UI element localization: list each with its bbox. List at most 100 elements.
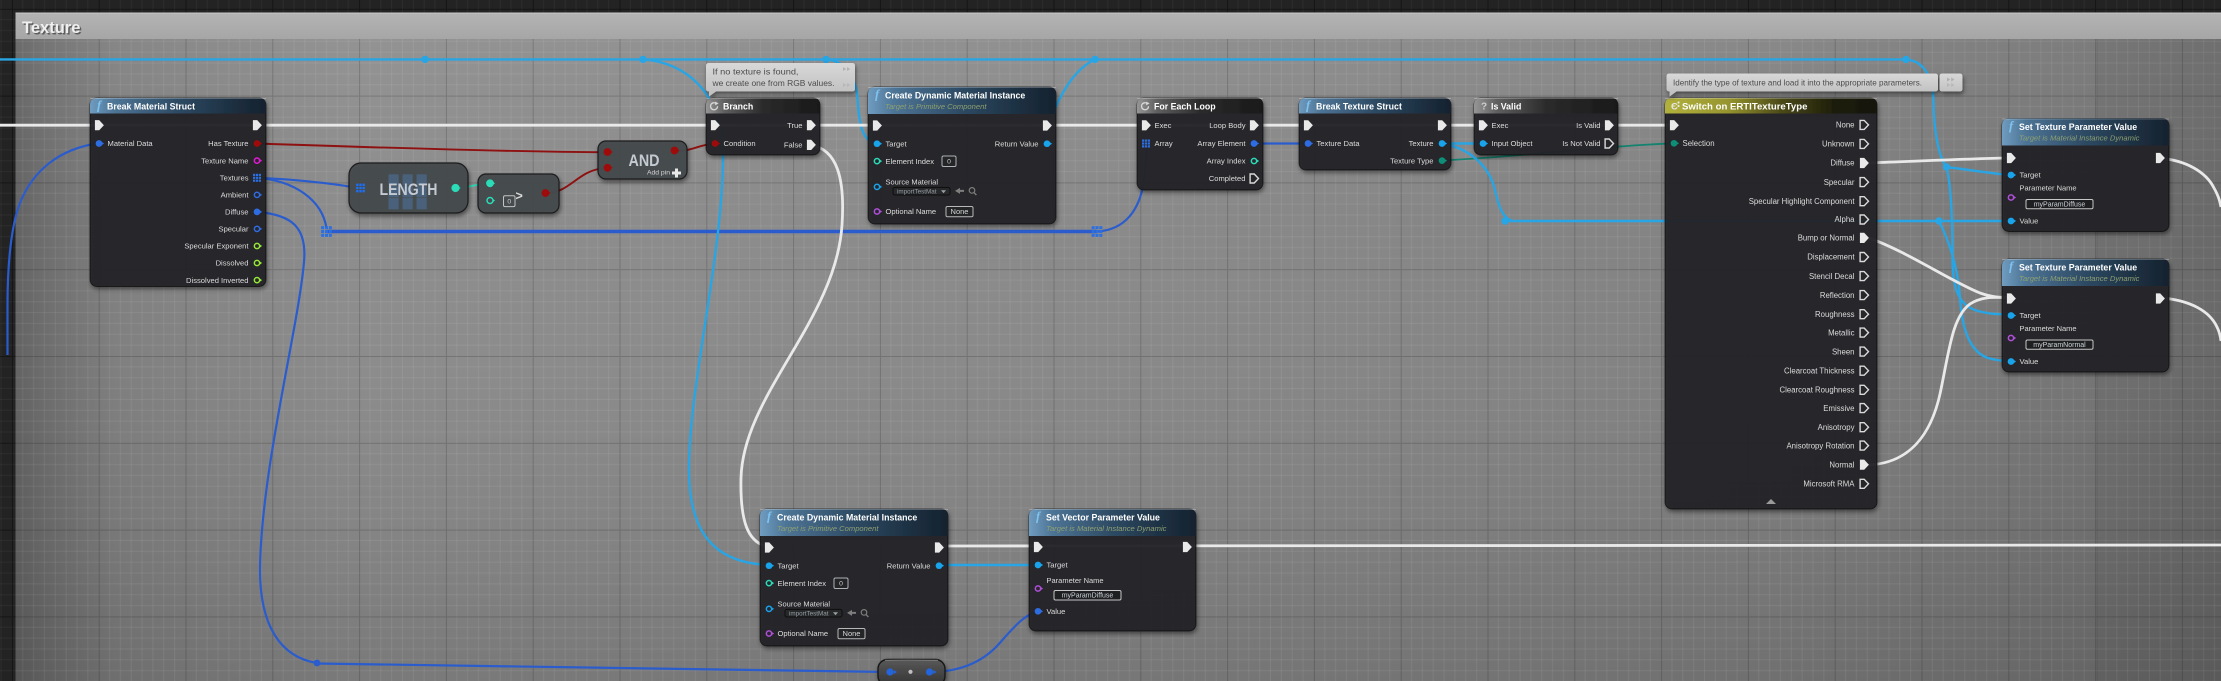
svg-text:Create Dynamic Material Instan: Create Dynamic Material Instance — [885, 91, 1025, 101]
svg-text:LENGTH: LENGTH — [380, 181, 438, 199]
svg-text:Is Not Valid: Is Not Valid — [1562, 139, 1600, 148]
svg-text:Set Texture Parameter Value: Set Texture Parameter Value — [2019, 122, 2137, 132]
svg-text:Texture Name: Texture Name — [201, 156, 248, 165]
svg-text:Dissolved: Dissolved — [216, 259, 249, 268]
svg-text:Completed: Completed — [1209, 174, 1246, 183]
svg-text:we create one from RGB values.: we create one from RGB values. — [711, 78, 834, 88]
svg-text:Target: Target — [886, 139, 908, 148]
svg-text:Dissolved Inverted: Dissolved Inverted — [186, 276, 248, 285]
svg-text:Normal: Normal — [1829, 460, 1854, 469]
svg-text:Metallic: Metallic — [1828, 328, 1855, 337]
svg-text:Texture Data: Texture Data — [1317, 139, 1361, 148]
svg-text:Material Data: Material Data — [108, 139, 154, 148]
svg-text:Loop Body: Loop Body — [1209, 121, 1246, 130]
svg-text:>: > — [516, 189, 523, 203]
svg-text:Specular: Specular — [1824, 178, 1855, 187]
svg-text:Unknown: Unknown — [1822, 140, 1855, 149]
svg-text:Optional Name: Optional Name — [778, 629, 829, 638]
svg-text:Specular Exponent: Specular Exponent — [184, 242, 249, 251]
svg-text:myParamDiffuse: myParamDiffuse — [1062, 593, 1114, 600]
svg-text:Create Dynamic Material Instan: Create Dynamic Material Instance — [777, 513, 917, 523]
svg-text:Anisotropy Rotation: Anisotropy Rotation — [1786, 441, 1854, 450]
svg-text:Anisotropy: Anisotropy — [1818, 423, 1855, 432]
svg-text:Condition: Condition — [724, 139, 756, 148]
svg-text:Selection: Selection — [1683, 139, 1715, 148]
svg-text:Sheen: Sheen — [1832, 347, 1855, 356]
svg-text:False: False — [784, 141, 803, 150]
svg-text:Clearcoat Roughness: Clearcoat Roughness — [1780, 386, 1855, 395]
svg-text:Identify the type of texture a: Identify the type of texture and load it… — [1673, 78, 1922, 88]
svg-text:myParamDiffuse: myParamDiffuse — [2034, 202, 2086, 209]
svg-text:If no texture is found,: If no texture is found, — [713, 67, 799, 77]
svg-text:Roughness: Roughness — [1815, 310, 1855, 319]
svg-text:Value: Value — [1047, 607, 1066, 616]
svg-text:Є: Є — [1671, 102, 1678, 113]
svg-text:Exec: Exec — [1155, 121, 1172, 130]
svg-text:Parameter Name: Parameter Name — [1047, 576, 1104, 585]
svg-text:Value: Value — [2020, 357, 2039, 366]
svg-text:Stencil Decal: Stencil Decal — [1809, 272, 1855, 281]
svg-text:importTestMat: importTestMat — [897, 189, 937, 196]
svg-text:Target is Primitive Component: Target is Primitive Component — [885, 102, 987, 111]
svg-text:Array: Array — [1155, 139, 1173, 148]
svg-text:Set Vector Parameter Value: Set Vector Parameter Value — [1046, 513, 1160, 523]
svg-text:Array Index: Array Index — [1207, 157, 1246, 166]
svg-text:0: 0 — [507, 199, 511, 206]
svg-text:Texture: Texture — [1409, 139, 1434, 148]
svg-text:Return Value: Return Value — [995, 139, 1039, 148]
svg-text:?: ? — [1481, 102, 1487, 113]
svg-text:None: None — [1836, 121, 1855, 130]
svg-text:Alpha: Alpha — [1835, 215, 1856, 224]
svg-text:None: None — [843, 629, 861, 638]
svg-text:Texture Type: Texture Type — [1390, 156, 1433, 165]
svg-text:Bump or Normal: Bump or Normal — [1798, 234, 1855, 243]
svg-text:Reflection: Reflection — [1820, 291, 1855, 300]
svg-text:Value: Value — [2020, 217, 2039, 226]
svg-text:Break Material Struct: Break Material Struct — [107, 102, 195, 112]
svg-text:Clearcoat Thickness: Clearcoat Thickness — [1784, 366, 1855, 375]
svg-text:myParamNormal: myParamNormal — [2033, 342, 2086, 349]
svg-text:Target is Material Instance Dy: Target is Material Instance Dynamic — [2019, 134, 2140, 143]
svg-text:Return Value: Return Value — [887, 561, 931, 570]
svg-text:Input Object: Input Object — [1492, 139, 1534, 148]
svg-text:Specular: Specular — [219, 225, 249, 234]
svg-text:importTestMat: importTestMat — [789, 611, 829, 618]
svg-text:Exec: Exec — [1492, 121, 1509, 130]
svg-text:Optional Name: Optional Name — [886, 207, 937, 216]
svg-text:Is Valid: Is Valid — [1491, 102, 1521, 112]
svg-text:Source Material: Source Material — [886, 178, 939, 187]
svg-text:Specular Highlight Component: Specular Highlight Component — [1749, 197, 1856, 206]
svg-text:Target: Target — [778, 561, 800, 570]
svg-text:Target is Material Instance Dy: Target is Material Instance Dynamic — [1046, 524, 1167, 533]
svg-text:Displacement: Displacement — [1807, 253, 1855, 262]
svg-text:Target: Target — [2020, 311, 2042, 320]
svg-text:AND: AND — [629, 152, 660, 170]
svg-text:Parameter Name: Parameter Name — [2020, 324, 2077, 333]
svg-text:For Each Loop: For Each Loop — [1154, 102, 1216, 112]
svg-text:Parameter Name: Parameter Name — [2020, 184, 2077, 193]
svg-text:Branch: Branch — [723, 102, 753, 112]
svg-text:Add pin: Add pin — [647, 170, 670, 177]
svg-text:Ambient: Ambient — [221, 191, 250, 200]
svg-text:Target is Primitive Component: Target is Primitive Component — [777, 524, 879, 533]
svg-text:Target: Target — [2020, 171, 2042, 180]
svg-text:Target: Target — [1047, 561, 1069, 570]
svg-text:True: True — [787, 121, 802, 130]
svg-text:Diffuse: Diffuse — [225, 208, 249, 217]
svg-text:Is Valid: Is Valid — [1576, 121, 1600, 130]
svg-text:Array Element: Array Element — [1197, 139, 1246, 148]
svg-text:Break Texture Struct: Break Texture Struct — [1316, 102, 1402, 112]
svg-text:Has Texture: Has Texture — [208, 139, 248, 148]
svg-text:Target is Material Instance Dy: Target is Material Instance Dynamic — [2019, 274, 2140, 283]
svg-text:Textures: Textures — [220, 174, 249, 183]
svg-text:0: 0 — [839, 581, 843, 588]
svg-text:Diffuse: Diffuse — [1830, 159, 1854, 168]
svg-text:Element Index: Element Index — [886, 157, 935, 166]
svg-text:Set Texture Parameter Value: Set Texture Parameter Value — [2019, 263, 2137, 273]
svg-text:Texture: Texture — [22, 19, 80, 37]
svg-text:Switch on ERTITextureType: Switch on ERTITextureType — [1682, 102, 1807, 113]
svg-text:Microsoft RMA: Microsoft RMA — [1803, 480, 1855, 489]
svg-text:Emissive: Emissive — [1823, 404, 1854, 413]
svg-text:0: 0 — [947, 159, 951, 166]
svg-text:Element Index: Element Index — [778, 579, 827, 588]
